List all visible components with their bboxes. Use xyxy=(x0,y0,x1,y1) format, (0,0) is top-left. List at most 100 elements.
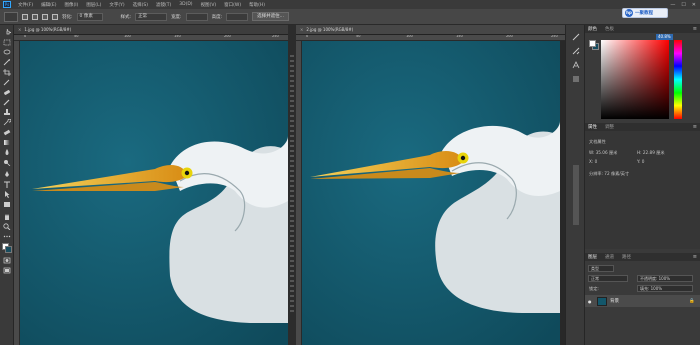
menu-layer[interactable]: 图层(L) xyxy=(82,2,105,8)
character-panel-icon[interactable] xyxy=(571,61,581,69)
panel-menu-icon[interactable]: ≡ xyxy=(693,253,697,261)
type-tool-icon[interactable] xyxy=(3,181,11,188)
pen-tool-icon[interactable] xyxy=(3,171,11,178)
healing-brush-tool-icon[interactable] xyxy=(3,89,11,96)
tab-properties[interactable]: 属性 xyxy=(588,124,597,130)
tab-layers[interactable]: 图层 xyxy=(588,254,597,260)
style-select[interactable]: 正常 xyxy=(135,12,168,21)
tab-swatches[interactable]: 色板 xyxy=(605,26,614,32)
style-label: 样式: xyxy=(120,14,132,20)
ruler-tick-label: 200 xyxy=(506,35,513,38)
hand-tool-icon[interactable] xyxy=(3,213,11,220)
brush-settings-icon[interactable] xyxy=(571,47,581,55)
ruler-tick-label: 150 xyxy=(174,35,181,38)
rectangle-tool-icon[interactable] xyxy=(3,201,11,208)
panel-menu-icon[interactable]: ≡ xyxy=(693,25,697,33)
lock-label: 锁定: xyxy=(589,286,599,291)
canvas-2[interactable] xyxy=(302,41,560,345)
tab-adjustments[interactable]: 调整 xyxy=(605,124,614,130)
close-document-icon[interactable]: × xyxy=(300,27,303,32)
lasso-tool-icon[interactable] xyxy=(3,49,11,56)
crop-tool-icon[interactable] xyxy=(3,69,11,76)
menu-type[interactable]: 文字(Y) xyxy=(105,2,128,8)
close-document-icon[interactable]: × xyxy=(18,27,21,32)
paragraph-panel-icon[interactable] xyxy=(571,75,581,83)
fill-field[interactable]: 填充: 100% xyxy=(637,285,693,292)
prop-y[interactable]: Y: 0 xyxy=(637,159,644,164)
eraser-tool-icon[interactable] xyxy=(3,129,11,136)
clone-stamp-tool-icon[interactable] xyxy=(3,109,11,116)
feather-input[interactable]: 0 像素 xyxy=(76,12,103,21)
tab-channels[interactable]: 通道 xyxy=(605,254,614,260)
close-button[interactable]: ✕ xyxy=(692,2,696,8)
menu-bar: Ps 文件(F) 编辑(E) 图像(I) 图层(L) 文字(Y) 选择(S) 滤… xyxy=(0,0,700,9)
ruler-tick-label: 0 xyxy=(306,35,309,38)
screen-mode-icon[interactable] xyxy=(3,267,11,274)
menu-help[interactable]: 帮助(H) xyxy=(245,2,269,8)
document-window-2: × 2.jpg @ 100%(RGB/8#) 0 50 100 150 200 2… xyxy=(296,25,565,345)
menu-select[interactable]: 选择(S) xyxy=(129,2,152,8)
zoom-tool-icon[interactable] xyxy=(3,223,11,230)
document-tab-1[interactable]: × 1.jpg @ 100%(RGB/8#) xyxy=(14,25,288,35)
history-panel-icon[interactable] xyxy=(571,33,581,41)
history-brush-tool-icon[interactable] xyxy=(3,119,11,126)
width-input[interactable] xyxy=(185,12,208,21)
intersect-selection-icon[interactable] xyxy=(52,13,58,20)
magic-wand-tool-icon[interactable] xyxy=(3,59,11,66)
opacity-field[interactable]: 不透明度: 100% xyxy=(637,275,693,282)
move-tool-icon[interactable] xyxy=(3,29,11,36)
panel-icon-strip xyxy=(565,25,585,345)
menu-view[interactable]: 视图(V) xyxy=(197,2,221,8)
marquee-tool-icon[interactable] xyxy=(3,39,11,46)
menu-3d[interactable]: 3D(D) xyxy=(175,2,196,7)
minimize-button[interactable]: — xyxy=(670,2,675,8)
menu-image[interactable]: 图像(I) xyxy=(60,2,82,8)
width-label: 宽度: xyxy=(171,14,182,20)
document-tab-2[interactable]: × 2.jpg @ 100%(RGB/8#) xyxy=(296,25,565,35)
gradient-tool-icon[interactable] xyxy=(3,139,11,146)
eye-icon[interactable]: ● xyxy=(588,299,594,304)
subtract-selection-icon[interactable] xyxy=(42,13,48,20)
tool-preset-picker[interactable] xyxy=(4,11,18,22)
height-input[interactable] xyxy=(226,12,249,21)
brush-tool-icon[interactable] xyxy=(3,99,11,106)
tab-paths[interactable]: 路径 xyxy=(622,254,631,260)
layers-panel-tabs: 图层 通道 路径 ≡ xyxy=(585,253,700,261)
menu-filter[interactable]: 滤镜(T) xyxy=(152,2,175,8)
layer-row[interactable]: ● 背景 🔒 xyxy=(585,295,700,307)
feather-label: 羽化: xyxy=(62,14,73,20)
photoshop-logo-icon[interactable]: Ps xyxy=(0,0,14,9)
add-to-selection-icon[interactable] xyxy=(32,13,38,20)
menu-window[interactable]: 窗口(W) xyxy=(220,2,245,8)
color-field[interactable] xyxy=(601,40,669,119)
ruler-tick-label: 0 xyxy=(24,35,27,38)
quick-mask-icon[interactable] xyxy=(3,257,11,264)
prop-width[interactable]: W: 35.06 厘米 xyxy=(589,150,617,156)
blur-tool-icon[interactable] xyxy=(3,149,11,156)
prop-resolution: 分辨率: 72 像素/英寸 xyxy=(589,171,630,176)
new-selection-icon[interactable] xyxy=(22,13,28,20)
prop-height[interactable]: H: 22.89 厘米 xyxy=(637,150,665,156)
dodge-tool-icon[interactable] xyxy=(3,159,11,166)
window-controls: — ☐ ✕ xyxy=(670,2,700,8)
layer-kind-filter[interactable]: 类型 xyxy=(588,265,614,272)
document-divider[interactable] xyxy=(288,25,296,345)
eyedropper-tool-icon[interactable] xyxy=(3,79,11,86)
canvas-1[interactable] xyxy=(20,41,288,345)
more-tools-icon[interactable] xyxy=(3,233,11,240)
select-and-mask-button[interactable]: 选择并遮住... xyxy=(252,12,289,21)
lock-icon: 🔒 xyxy=(689,298,695,304)
hue-slider[interactable] xyxy=(674,40,682,119)
foreground-swatch[interactable] xyxy=(589,40,596,47)
strip-scrollbar[interactable] xyxy=(573,165,579,225)
path-selection-tool-icon[interactable] xyxy=(3,191,11,198)
panel-menu-icon[interactable]: ≡ xyxy=(693,123,697,131)
menu-file[interactable]: 文件(F) xyxy=(14,2,37,8)
tab-color[interactable]: 颜色 xyxy=(588,26,597,32)
menu-edit[interactable]: 编辑(E) xyxy=(37,2,60,8)
blend-mode-select[interactable]: 正常 xyxy=(588,275,628,282)
document-title: 1.jpg @ 100%(RGB/8#) xyxy=(24,27,72,32)
maximize-button[interactable]: ☐ xyxy=(681,2,685,8)
prop-x[interactable]: X: 0 xyxy=(589,159,597,164)
background-color-swatch[interactable] xyxy=(5,246,12,253)
